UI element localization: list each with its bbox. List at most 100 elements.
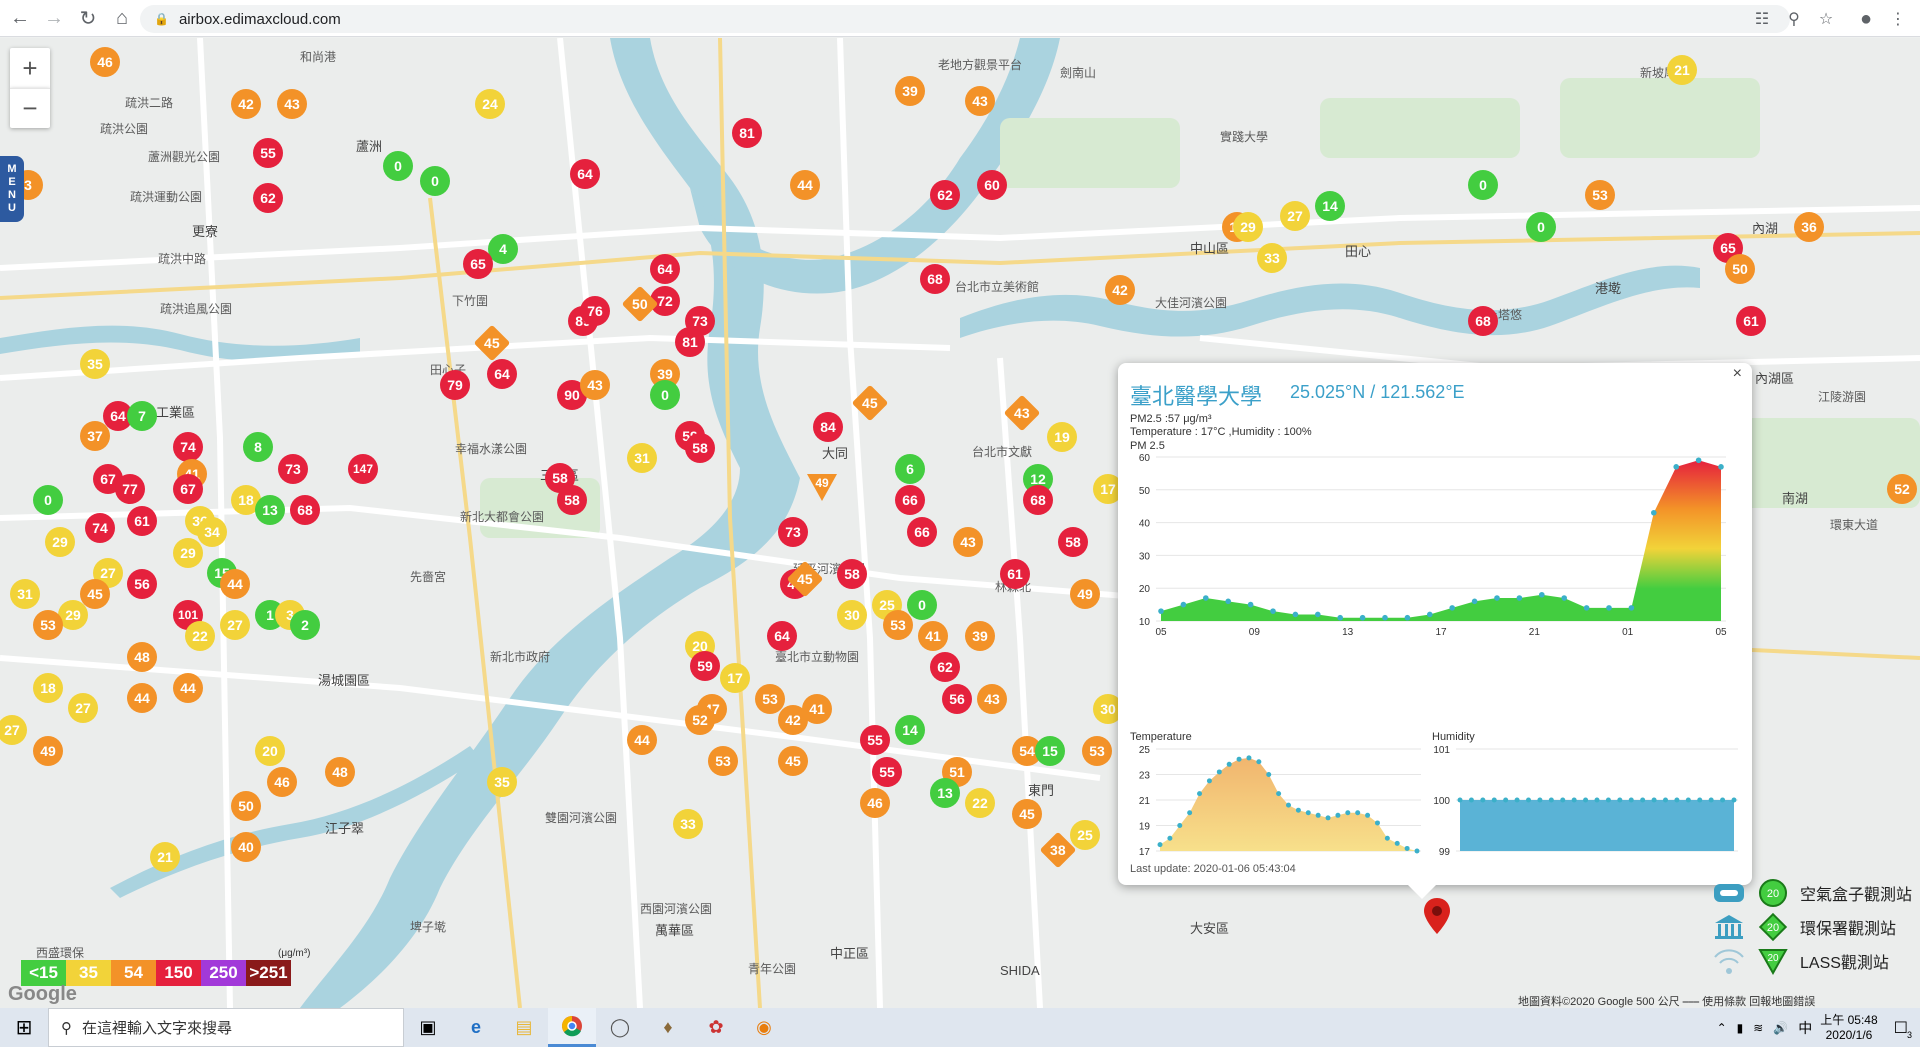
selected-location-pin-icon[interactable] [1422,896,1452,936]
airbox-station-marker[interactable]: 81 [732,118,762,148]
translate-icon[interactable]: ☷ [1748,5,1776,33]
airbox-station-marker[interactable]: 13 [255,495,285,525]
popup-close-button[interactable]: × [1733,365,1742,383]
airbox-station-marker[interactable]: 73 [278,454,308,484]
airbox-station-marker[interactable]: 43 [965,86,995,116]
airbox-station-marker[interactable]: 49 [1070,579,1100,609]
airbox-station-marker[interactable]: 67 [173,474,203,504]
airbox-station-marker[interactable]: 48 [325,757,355,787]
airbox-station-marker[interactable]: 21 [150,842,180,872]
airbox-station-marker[interactable]: 44 [627,725,657,755]
airbox-station-marker[interactable]: 53 [708,746,738,776]
file-explorer-icon[interactable]: ▤ [500,1008,548,1047]
tray-chevron-icon[interactable]: ⌃ [1717,1021,1727,1035]
airbox-station-marker[interactable]: 73 [778,517,808,547]
airbox-station-marker[interactable]: 21 [1667,55,1697,85]
airbox-station-marker[interactable]: 53 [33,610,63,640]
airbox-station-marker[interactable]: 66 [895,485,925,515]
airbox-station-marker[interactable]: 15 [1035,736,1065,766]
zoom-out-button[interactable]: − [10,88,50,128]
airbox-station-marker[interactable]: 147 [348,454,378,484]
airbox-station-marker[interactable]: 68 [290,495,320,525]
airbox-station-marker[interactable]: 81 [675,327,705,357]
legend-airbox[interactable]: 20 空氣盒子觀測站 [1710,878,1912,908]
airbox-station-marker[interactable]: 44 [220,569,250,599]
app-icon-1[interactable]: ◯ [596,1008,644,1047]
airbox-station-marker[interactable]: 59 [690,651,720,681]
airbox-station-marker[interactable]: 50 [1725,254,1755,284]
airbox-station-marker[interactable]: 39 [895,76,925,106]
airbox-station-marker[interactable]: 60 [977,170,1007,200]
airbox-station-marker[interactable]: 45 [778,746,808,776]
map-canvas[interactable]: 和尚港 疏洪二路 疏洪公園 蘆洲觀光公園 疏洪運動公園 更寮 疏洪中路 疏洪追風公園 五股工業區… [0,38,1920,1008]
airbox-station-marker[interactable]: 48 [127,642,157,672]
airbox-station-marker[interactable]: 8 [243,432,273,462]
airbox-station-marker[interactable]: 30 [837,600,867,630]
airbox-station-marker[interactable]: 20 [255,736,285,766]
airbox-station-marker[interactable]: 62 [930,180,960,210]
airbox-station-marker[interactable]: 13 [930,778,960,808]
airbox-station-marker[interactable]: 22 [185,621,215,651]
airbox-station-marker[interactable]: 66 [907,517,937,547]
airbox-station-marker[interactable]: 56 [942,684,972,714]
airbox-station-marker[interactable]: 0 [1526,212,1556,242]
airbox-station-marker[interactable]: 33 [1257,243,1287,273]
airbox-station-marker[interactable]: 64 [487,359,517,389]
legend-lass[interactable]: 20 LASS觀測站 [1710,946,1889,976]
airbox-station-marker[interactable]: 17 [720,663,750,693]
notification-center-icon[interactable]: ☐ 3 [1894,1018,1912,1040]
airbox-station-marker[interactable]: 29 [173,538,203,568]
airbox-station-marker[interactable]: 64 [570,159,600,189]
airbox-station-marker[interactable]: 34 [197,517,227,547]
airbox-station-marker[interactable]: 43 [580,370,610,400]
network-icon[interactable]: ≋ [1753,1021,1763,1035]
battery-icon[interactable]: ▮ [1737,1021,1744,1035]
airbox-station-marker[interactable]: 46 [860,788,890,818]
clock[interactable]: 上午 05:48 2020/1/6 [1820,1013,1877,1043]
airbox-station-marker[interactable]: 0 [907,590,937,620]
airbox-station-marker[interactable]: 62 [930,652,960,682]
airbox-station-marker[interactable]: 27 [220,610,250,640]
airbox-station-marker[interactable]: 49 [33,736,63,766]
app-icon-3[interactable]: ✿ [692,1008,740,1047]
airbox-station-marker[interactable]: 56 [127,569,157,599]
airbox-station-marker[interactable]: 44 [127,683,157,713]
airbox-station-marker[interactable]: 50 [231,791,261,821]
home-button[interactable]: ⌂ [108,4,136,32]
airbox-station-marker[interactable]: 6 [895,454,925,484]
airbox-station-marker[interactable]: 31 [627,443,657,473]
airbox-station-marker[interactable]: 0 [383,151,413,181]
airbox-station-marker[interactable]: 62 [253,183,283,213]
airbox-station-marker[interactable]: 14 [1315,191,1345,221]
airbox-station-marker[interactable]: 74 [173,432,203,462]
airbox-station-marker[interactable]: 84 [813,412,843,442]
airbox-station-marker[interactable]: 27 [68,693,98,723]
app-icon-2[interactable]: ♦ [644,1008,692,1047]
airbox-station-marker[interactable]: 43 [953,527,983,557]
airbox-station-marker[interactable]: 0 [33,485,63,515]
airbox-station-marker[interactable]: 37 [80,421,110,451]
airbox-station-marker[interactable]: 64 [767,621,797,651]
edge-browser-icon[interactable]: e [452,1008,500,1047]
airbox-station-marker[interactable]: 61 [127,506,157,536]
airbox-station-marker[interactable]: 58 [837,559,867,589]
airbox-station-marker[interactable]: 64 [650,254,680,284]
airbox-station-marker[interactable]: 46 [90,47,120,77]
airbox-station-marker[interactable]: 76 [580,296,610,326]
airbox-station-marker[interactable]: 41 [918,621,948,651]
airbox-station-marker[interactable]: 58 [557,485,587,515]
airbox-station-marker[interactable]: 42 [778,705,808,735]
airbox-station-marker[interactable]: 68 [1023,485,1053,515]
airbox-station-marker[interactable]: 14 [895,715,925,745]
airbox-station-marker[interactable]: 33 [673,809,703,839]
airbox-station-marker[interactable]: 35 [80,349,110,379]
airbox-station-marker[interactable]: 7 [127,401,157,431]
airbox-station-marker[interactable]: 58 [1058,527,1088,557]
airbox-station-marker[interactable]: 42 [231,89,261,119]
airbox-station-marker[interactable]: 42 [1105,275,1135,305]
airbox-station-marker[interactable]: 68 [920,264,950,294]
airbox-station-marker[interactable]: 27 [1280,201,1310,231]
airbox-station-marker[interactable]: 44 [790,170,820,200]
airbox-station-marker[interactable]: 0 [650,380,680,410]
airbox-station-marker[interactable]: 55 [253,138,283,168]
